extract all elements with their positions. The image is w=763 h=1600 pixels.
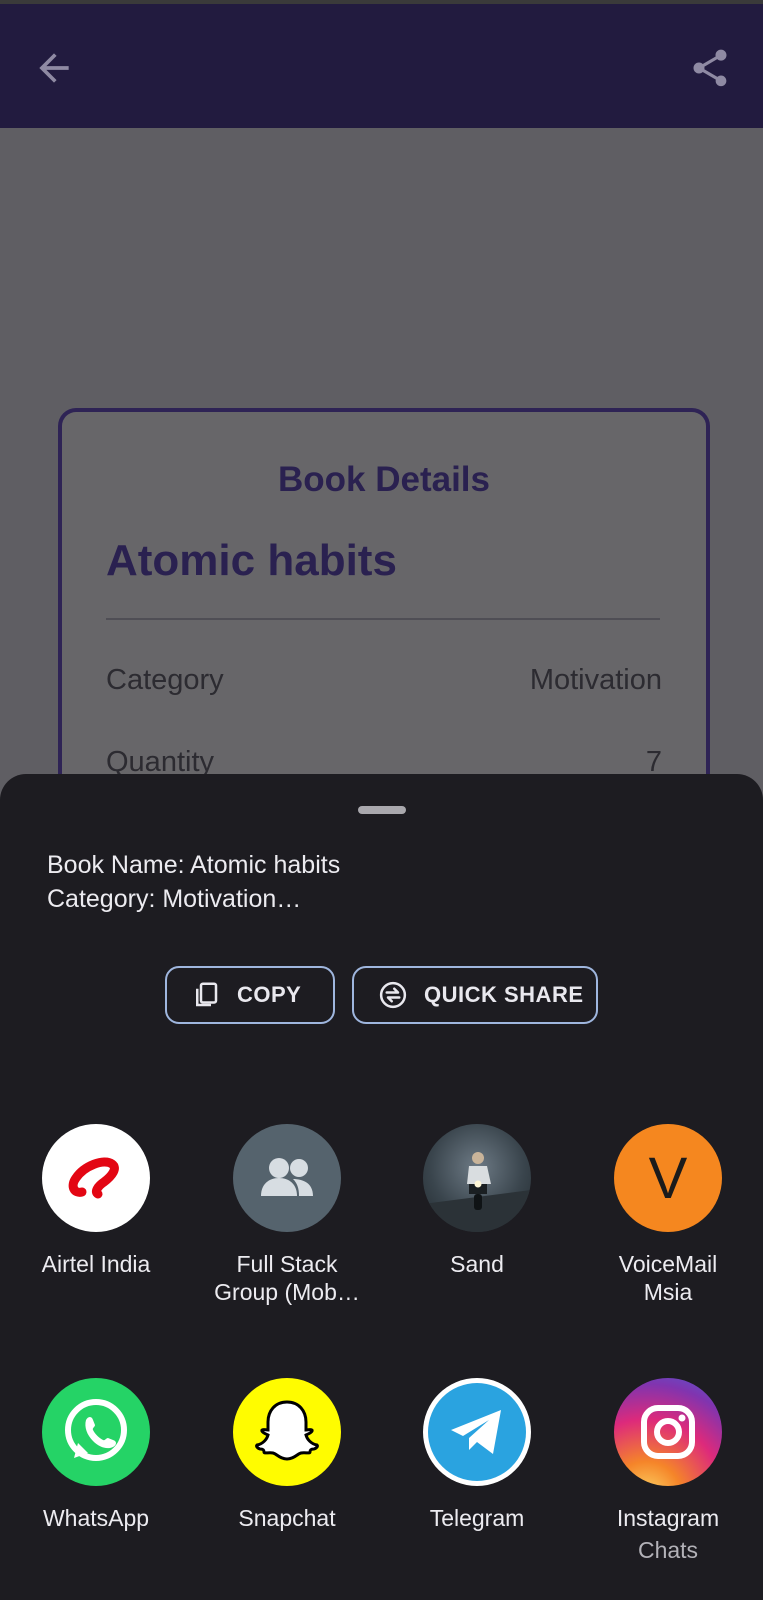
contact-label-line: VoiceMail <box>618 1251 718 1277</box>
airtel-logo-icon <box>68 1157 119 1199</box>
instagram-icon <box>641 1405 695 1459</box>
app-label: Instagram <box>616 1505 720 1531</box>
whatsapp-logo <box>42 1378 150 1486</box>
contact-label: VoiceMail Msia <box>583 1250 753 1306</box>
share-button[interactable] <box>688 46 732 90</box>
preview-line: Book Name: Atomic habits <box>47 851 341 879</box>
share-target-voicemail-msia[interactable]: V VoiceMail Msia <box>583 1124 753 1306</box>
contact-label: Sand <box>450 1251 504 1277</box>
whatsapp-icon <box>65 1399 127 1461</box>
snapchat-icon <box>255 1400 319 1461</box>
category-label: Category <box>106 664 224 696</box>
app-label: Snapchat <box>238 1505 336 1531</box>
contact-photo-avatar <box>423 1124 531 1232</box>
group-avatar <box>233 1124 341 1232</box>
airtel-logo-avatar <box>42 1124 150 1232</box>
book-details-card: Book Details Atomic habits Category Moti… <box>58 408 710 832</box>
letter-avatar: V <box>614 1124 722 1232</box>
copy-label: COPY <box>237 982 302 1007</box>
share-preview-text: Book Name: Atomic habits Category: Motiv… <box>47 848 340 916</box>
share-app-instagram[interactable]: Instagram Chats <box>583 1378 753 1564</box>
telegram-icon <box>428 1383 526 1481</box>
divider <box>106 618 660 620</box>
share-app-telegram[interactable]: Telegram <box>392 1378 562 1532</box>
contact-label: Airtel India <box>41 1251 151 1277</box>
share-sheet: Book Name: Atomic habits Category: Motiv… <box>0 774 763 1600</box>
motorcycle-rider-photo-icon <box>423 1152 531 1232</box>
arrow-back-icon <box>39 53 69 83</box>
drag-handle[interactable] <box>358 806 406 814</box>
quick-share-label: QUICK SHARE <box>424 982 584 1007</box>
contact-label-line: Group (Mob… <box>214 1279 360 1305</box>
avatar-letter: V <box>648 1145 688 1211</box>
copy-button[interactable]: COPY <box>165 966 335 1024</box>
contact-label-line: Full Stack <box>236 1251 338 1277</box>
book-name: Atomic habits <box>106 536 397 585</box>
quick-share-icon <box>379 981 407 1009</box>
share-app-snapchat[interactable]: Snapchat <box>202 1378 372 1532</box>
share-app-whatsapp[interactable]: WhatsApp <box>11 1378 181 1532</box>
share-target-full-stack-group[interactable]: Full Stack Group (Mob… <box>202 1124 372 1306</box>
quick-share-button[interactable]: QUICK SHARE <box>352 966 598 1024</box>
contact-label: Full Stack Group (Mob… <box>202 1250 372 1306</box>
card-title: Book Details <box>278 460 490 499</box>
telegram-logo <box>423 1378 531 1486</box>
category-value: Motivation <box>529 664 662 696</box>
share-target-airtel-india[interactable]: Airtel India <box>11 1124 181 1278</box>
back-button[interactable] <box>32 46 76 90</box>
app-sublabel: Chats <box>637 1537 699 1563</box>
snapchat-logo <box>233 1378 341 1486</box>
contact-label-line: Msia <box>643 1279 693 1305</box>
app-bar <box>0 4 763 128</box>
preview-line: Category: Motivation… <box>47 885 302 913</box>
copy-icon <box>196 982 218 1007</box>
app-label: WhatsApp <box>42 1505 150 1531</box>
instagram-logo <box>614 1378 722 1486</box>
share-target-sand[interactable]: Sand <box>392 1124 562 1278</box>
share-icon <box>693 49 727 87</box>
app-label: Telegram <box>429 1505 525 1531</box>
group-icon <box>261 1158 313 1196</box>
